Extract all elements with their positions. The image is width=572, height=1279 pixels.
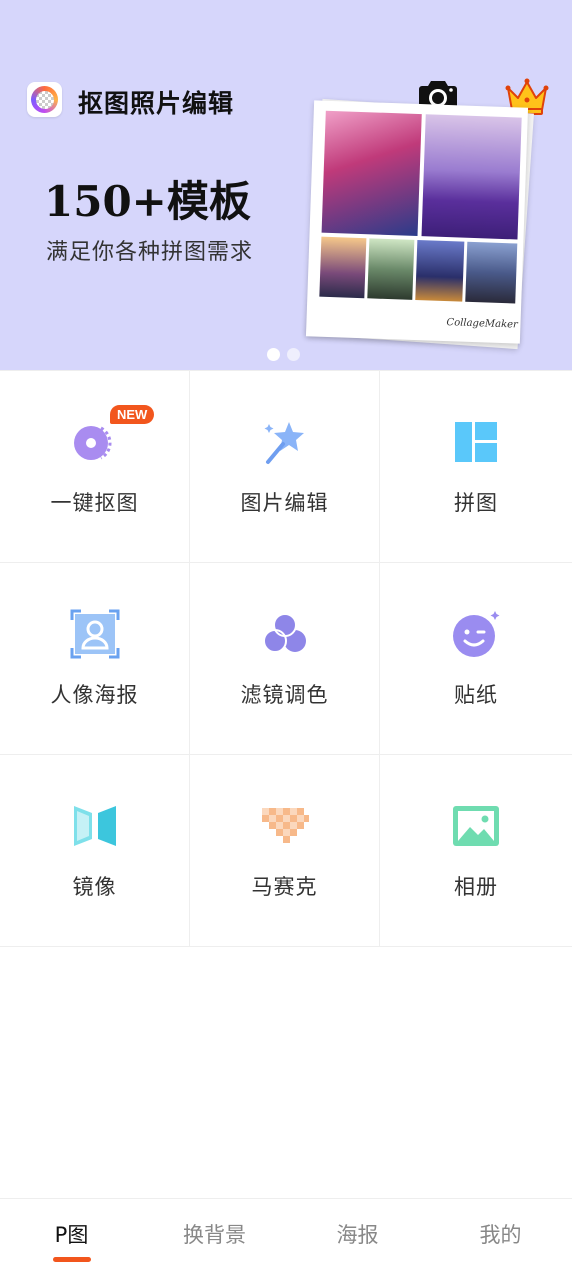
- filter-icon: [262, 613, 306, 653]
- collage-preview-image: CollageMaker: [302, 98, 534, 350]
- photo-tile: [367, 238, 415, 300]
- nav-tab-change-background[interactable]: 换背景: [143, 1199, 286, 1279]
- nav-tab-poster[interactable]: 海报: [286, 1199, 429, 1279]
- feature-grid: NEW 一键抠图 图片编辑 拼图 人像海报 滤镜调色 贴纸 镜像 马赛克 相册: [0, 370, 572, 947]
- magic-wand-icon: [264, 422, 304, 464]
- feature-label: 人像海报: [50, 683, 139, 707]
- nav-tab-p-tu[interactable]: P图: [0, 1199, 143, 1279]
- page-indicator: [267, 348, 300, 361]
- feature-label: 图片编辑: [240, 491, 329, 515]
- banner-headline: 150+模板: [44, 177, 251, 226]
- new-badge: NEW: [110, 405, 155, 424]
- feature-cutout[interactable]: NEW 一键抠图: [0, 371, 190, 562]
- photo-tile: [319, 236, 367, 299]
- page-dot-active: [267, 348, 280, 361]
- nav-tab-label: 我的: [479, 1223, 522, 1247]
- photo-tile: [415, 240, 465, 302]
- portrait-icon: [70, 609, 119, 659]
- feature-mirror[interactable]: 镜像: [0, 755, 190, 946]
- mosaic-icon: [261, 808, 309, 843]
- collage-caption: CollageMaker: [446, 317, 518, 331]
- page-dot: [287, 348, 300, 361]
- feature-label: 马赛克: [251, 875, 318, 899]
- feature-label: 拼图: [454, 491, 498, 515]
- nav-tab-label: 换背景: [183, 1223, 246, 1247]
- mirror-icon: [73, 806, 116, 846]
- album-icon: [453, 806, 499, 846]
- feature-portrait-poster[interactable]: 人像海报: [0, 563, 190, 754]
- photo-tile: [421, 114, 522, 240]
- nav-tab-label: P图: [54, 1223, 89, 1247]
- feature-label: 一键抠图: [50, 491, 139, 515]
- app-logo-icon: [27, 82, 62, 117]
- photo-tile: [321, 110, 422, 237]
- nav-tab-mine[interactable]: 我的: [429, 1199, 572, 1279]
- feature-label: 贴纸: [454, 683, 498, 707]
- feature-sticker[interactable]: 贴纸: [380, 563, 572, 754]
- feature-filter[interactable]: 滤镜调色: [190, 563, 380, 754]
- feature-image-edit[interactable]: 图片编辑: [190, 371, 380, 562]
- promo-banner[interactable]: 抠图照片编辑 150+模板 满足你各种拼图需求 CollageMaker: [0, 0, 572, 370]
- feature-label: 镜像: [72, 875, 117, 899]
- sticker-icon: [453, 611, 500, 657]
- feature-label: 滤镜调色: [240, 683, 329, 707]
- feature-label: 相册: [454, 875, 498, 899]
- active-tab-indicator: [53, 1257, 91, 1262]
- feature-album[interactable]: 相册: [380, 755, 572, 946]
- nav-tab-label: 海报: [336, 1223, 379, 1247]
- collage-layout-icon: [455, 422, 497, 462]
- app-title: 抠图照片编辑: [78, 89, 235, 118]
- photo-tile: [465, 241, 518, 304]
- bottom-nav: P图 换背景 海报 我的: [0, 1198, 572, 1279]
- feature-collage[interactable]: 拼图: [380, 371, 572, 562]
- banner-subline: 满足你各种拼图需求: [46, 240, 254, 265]
- feature-mosaic[interactable]: 马赛克: [190, 755, 380, 946]
